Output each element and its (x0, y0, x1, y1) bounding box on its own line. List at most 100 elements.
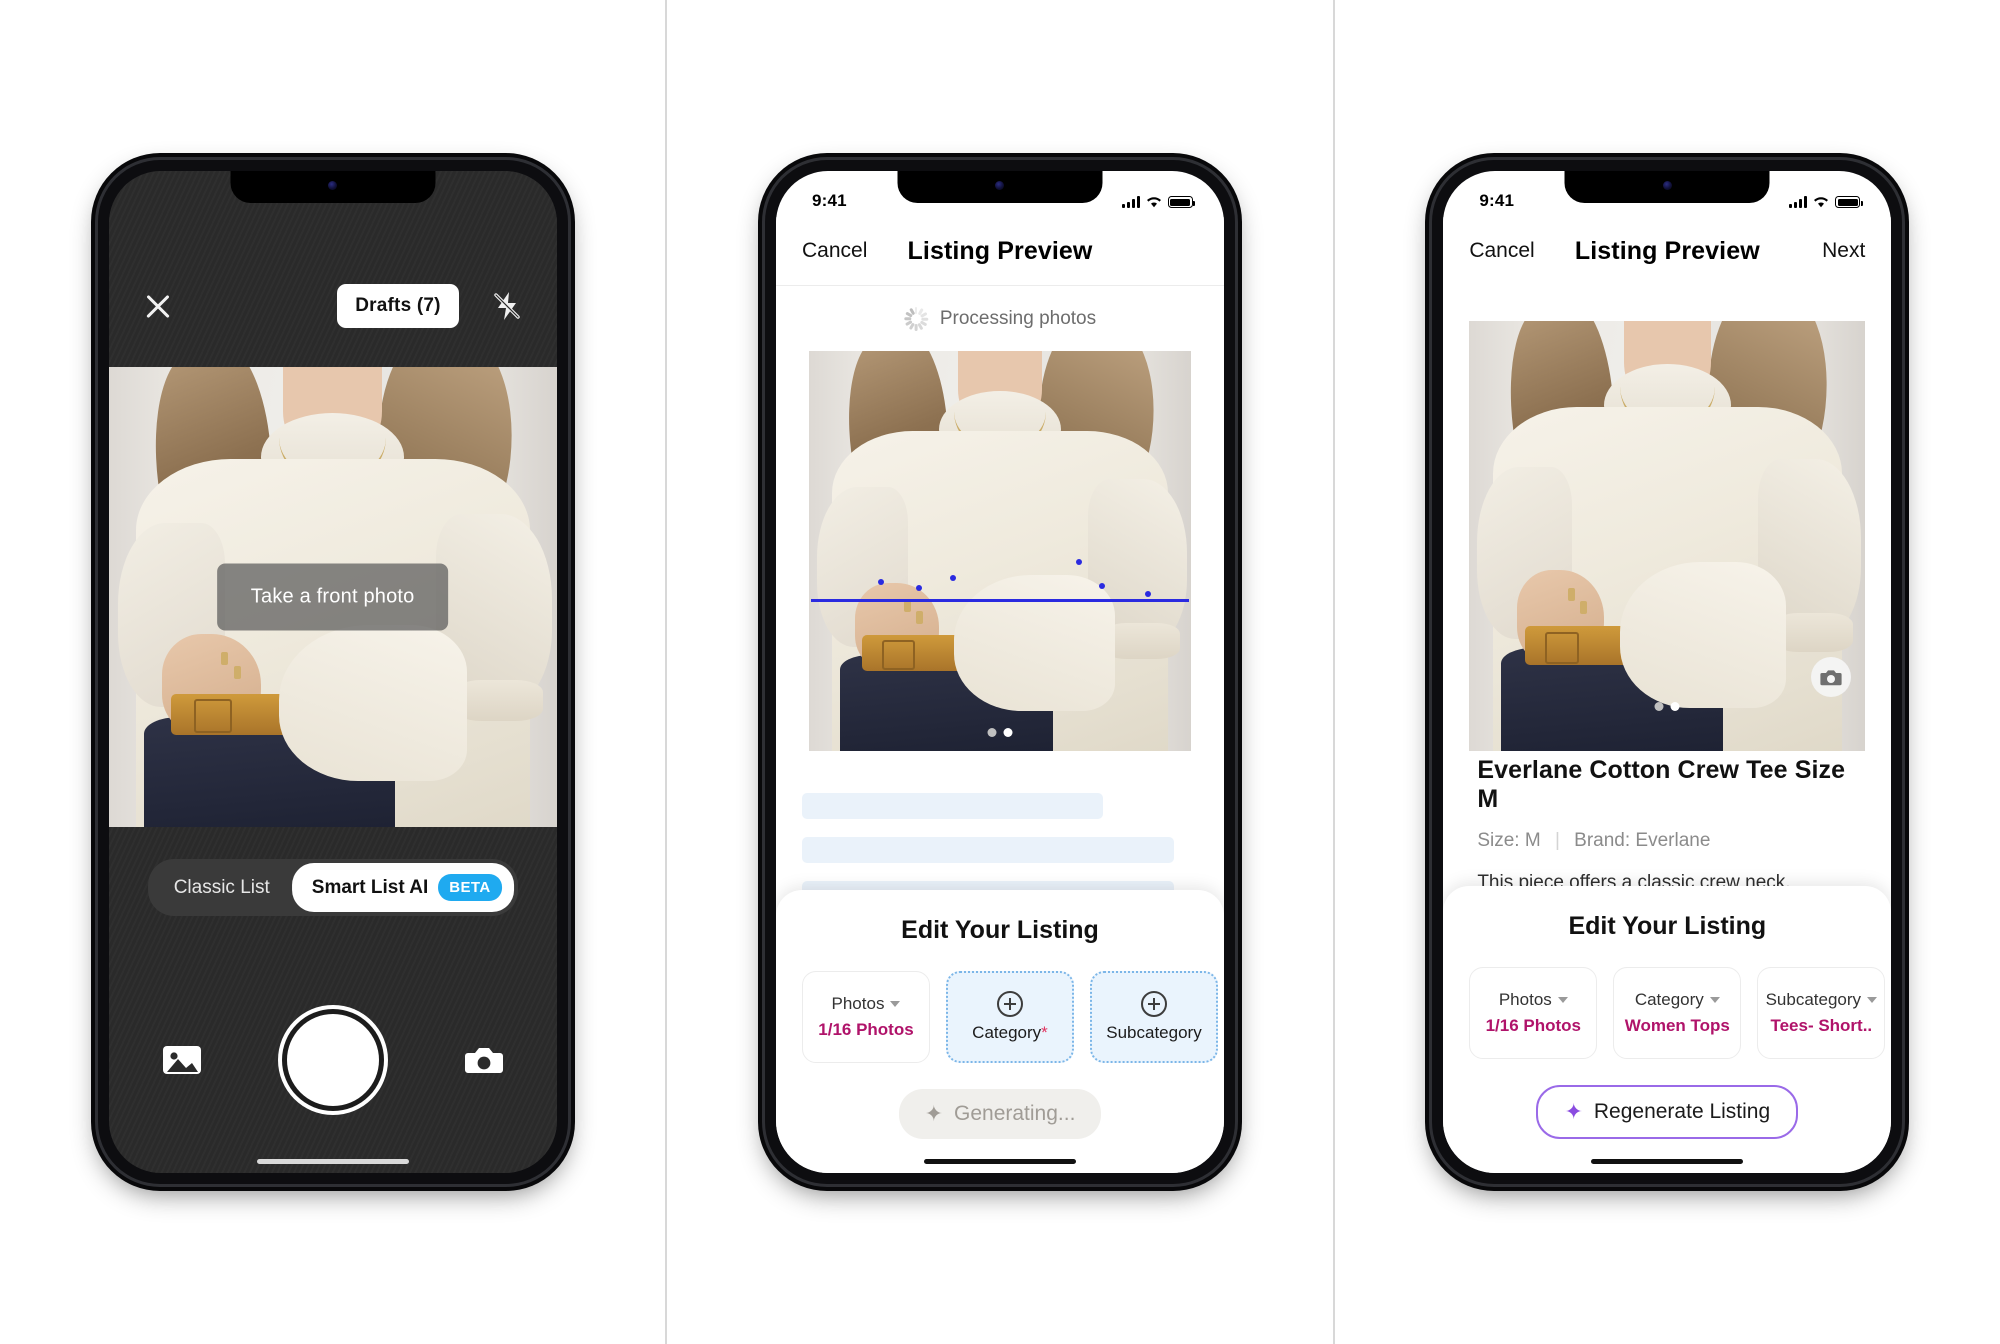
phone-device-3: 9:41 Cancel Listing Preview Next Everlan… (1432, 160, 1903, 1184)
phone-panel-result: 9:41 Cancel Listing Preview Next Everlan… (1335, 0, 2000, 1344)
add-circle-icon (996, 991, 1023, 1017)
meta-size: Size: M (1477, 830, 1541, 851)
sparkle-icon: ✦ (1564, 1099, 1583, 1124)
drafts-button[interactable]: Drafts (7) (337, 284, 459, 328)
chip-photos-value: 1/16 Photos (818, 1019, 914, 1039)
flash-off-icon[interactable] (487, 286, 527, 326)
camera-icon[interactable] (1811, 657, 1852, 697)
wifi-icon (1146, 196, 1162, 208)
add-circle-icon (1140, 991, 1167, 1017)
home-indicator (1591, 1159, 1744, 1164)
chip-label-text: Category (972, 1023, 1042, 1042)
chip-subcategory-label: Subcategory (1106, 1023, 1202, 1042)
phone3-screen: 9:41 Cancel Listing Preview Next Everlan… (1443, 171, 1892, 1173)
front-camera-dot (328, 181, 338, 190)
notch (897, 171, 1103, 203)
chip-subcategory-value: Tees- Short.. (1770, 1015, 1873, 1035)
close-icon[interactable] (139, 287, 177, 325)
status-time: 9:41 (1479, 191, 1515, 210)
regenerate-listing-button[interactable]: ✦ Regenerate Listing (1536, 1085, 1799, 1139)
front-camera-dot (1662, 181, 1672, 190)
ai-keypoint (877, 579, 884, 585)
attribute-chips[interactable]: Photos 1/16 Photos Category* Subcategory (776, 971, 1224, 1063)
list-mode-toggle[interactable]: Classic List Smart List AI BETA (147, 859, 518, 916)
photo-preview[interactable] (808, 351, 1191, 751)
chevron-down-icon (1709, 996, 1720, 1003)
skeleton-line (801, 837, 1175, 863)
notch (1564, 171, 1770, 203)
chip-photos[interactable]: Photos 1/16 Photos (801, 971, 930, 1063)
phone1-screen: Take a front photo Drafts (7) Classic Li… (108, 171, 557, 1173)
chip-subcategory[interactable]: Subcategory Tees- Short.. (1757, 967, 1886, 1059)
battery-icon (1167, 196, 1196, 208)
chevron-down-icon (890, 1000, 901, 1007)
chip-label-text: Photos (831, 993, 885, 1013)
cancel-button[interactable]: Cancel (802, 239, 880, 263)
chip-photos-value: 1/16 Photos (1485, 1015, 1582, 1035)
cellular-signal-icon (1121, 196, 1140, 208)
flip-camera-icon[interactable] (463, 1042, 505, 1078)
chip-subcategory-label: Subcategory (1766, 990, 1878, 1010)
model-photo (1469, 321, 1866, 751)
photo-pager-dots (1654, 702, 1680, 711)
shutter-button[interactable] (286, 1014, 379, 1106)
model-photo (808, 351, 1191, 751)
next-button[interactable]: Next (1787, 239, 1865, 263)
chip-photos[interactable]: Photos 1/16 Photos (1469, 967, 1598, 1059)
viewfinder-hint: Take a front photo (216, 563, 449, 631)
edit-listing-sheet: Edit Your Listing Photos 1/16 Photos Cat… (1443, 886, 1892, 1173)
camera-viewfinder[interactable]: Take a front photo (108, 367, 557, 827)
phone-panel-processing: 9:41 Cancel Listing Preview Processing p… (667, 0, 1332, 1344)
mode-smart-list-ai[interactable]: Smart List AI BETA (291, 863, 514, 912)
product-title: Everlane Cotton Crew Tee Size M (1477, 756, 1846, 813)
phone-device-1: Take a front photo Drafts (7) Classic Li… (97, 160, 568, 1184)
mode-smart-label: Smart List AI (311, 876, 429, 898)
phone2-screen: 9:41 Cancel Listing Preview Processing p… (775, 171, 1224, 1173)
sheet-cta-row: ✦ Regenerate Listing (1443, 1059, 1891, 1173)
sheet-cta-row: ✦ Generating... (776, 1063, 1224, 1173)
phone-panel-camera: Take a front photo Drafts (7) Classic Li… (0, 0, 665, 1344)
chip-category[interactable]: Category* (945, 971, 1074, 1063)
wifi-icon (1813, 196, 1829, 208)
nav-bar: Cancel Listing Preview Next (1443, 217, 1892, 285)
home-indicator (256, 1159, 409, 1164)
front-camera-dot (995, 181, 1005, 190)
product-meta: Size: M | Brand: Everlane (1477, 830, 1857, 852)
chip-category-label: Category* (972, 1023, 1048, 1043)
listing-photo[interactable] (1469, 321, 1866, 751)
gallery-icon[interactable] (161, 1042, 203, 1078)
chip-category-value: Women Tops (1624, 1015, 1730, 1035)
status-icons (1789, 194, 1863, 208)
page-title: Listing Preview (907, 236, 1093, 265)
chip-label-text: Photos (1498, 989, 1552, 1009)
chevron-down-icon (1867, 996, 1878, 1003)
required-asterisk: * (1041, 1023, 1048, 1042)
skeleton-line (801, 793, 1103, 819)
cancel-button[interactable]: Cancel (1469, 239, 1547, 263)
nav-divider (775, 285, 1224, 286)
generating-label: Generating... (954, 1102, 1076, 1125)
status-time: 9:41 (811, 191, 847, 210)
loading-spinner-icon (903, 307, 928, 331)
battery-icon (1835, 196, 1863, 208)
mode-classic-list[interactable]: Classic List (152, 865, 292, 911)
chip-category[interactable]: Category Women Tops (1613, 967, 1742, 1059)
chip-category-label: Category (1635, 990, 1720, 1010)
sheet-title: Edit Your Listing (901, 916, 1099, 944)
regenerate-label: Regenerate Listing (1593, 1100, 1771, 1123)
phone-device-2: 9:41 Cancel Listing Preview Processing p… (764, 160, 1235, 1184)
chip-subcategory[interactable]: Subcategory (1089, 971, 1218, 1063)
notch (230, 171, 436, 203)
photo-pager-dots (987, 728, 1013, 737)
meta-brand: Brand: Everlane (1574, 830, 1711, 851)
generating-button: ✦ Generating... (898, 1089, 1102, 1139)
screenshot-stage: Take a front photo Drafts (7) Classic Li… (0, 0, 2000, 1344)
processing-status: Processing photos (776, 295, 1224, 343)
chip-photos-label: Photos (832, 994, 901, 1014)
processing-label: Processing photos (939, 308, 1097, 329)
ai-keypoint (915, 585, 922, 591)
chip-label-text: Category (1634, 989, 1704, 1009)
attribute-chips[interactable]: Photos 1/16 Photos Category Women Tops S… (1443, 967, 1891, 1059)
beta-badge: BETA (438, 874, 502, 901)
sheet-title: Edit Your Listing (1568, 912, 1767, 940)
